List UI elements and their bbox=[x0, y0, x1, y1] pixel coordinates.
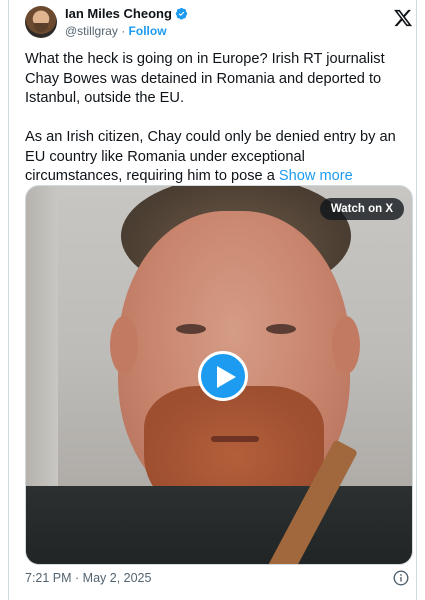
video-person-mouth bbox=[211, 436, 259, 442]
play-icon bbox=[217, 366, 236, 388]
verified-badge-icon bbox=[175, 7, 188, 20]
timestamp[interactable]: 7:21 PM · May 2, 2025 bbox=[25, 571, 151, 585]
watch-on-x-button[interactable]: Watch on X bbox=[319, 198, 404, 220]
video-person-ear-right bbox=[332, 316, 360, 374]
video-person-eye-right bbox=[266, 324, 296, 334]
video-media[interactable]: Watch on X bbox=[25, 185, 413, 565]
video-person-shirt bbox=[26, 486, 412, 564]
tweet-paragraph-2: As an Irish citizen, Chay could only be … bbox=[25, 128, 403, 187]
avatar-beard bbox=[34, 23, 48, 32]
author-name-row: Ian Miles Cheong bbox=[65, 6, 188, 21]
video-person-ear-left bbox=[110, 316, 138, 374]
tweet-footer: 7:21 PM · May 2, 2025 bbox=[25, 570, 413, 588]
show-more-link[interactable]: Show more bbox=[279, 168, 353, 184]
video-person-eye-left bbox=[176, 324, 206, 334]
avatar[interactable] bbox=[25, 6, 57, 38]
follow-button[interactable]: Follow bbox=[129, 24, 167, 38]
info-icon[interactable] bbox=[393, 570, 409, 586]
tweet-card: Ian Miles Cheong @stillgray · Follow Wha… bbox=[8, 0, 417, 600]
author-handle[interactable]: @stillgray bbox=[65, 24, 118, 38]
separator-dot: · bbox=[121, 24, 126, 38]
play-button[interactable] bbox=[198, 351, 248, 401]
author-handle-row: @stillgray · Follow bbox=[65, 24, 167, 38]
author-name[interactable]: Ian Miles Cheong bbox=[65, 6, 172, 21]
tweet-paragraph-1: What the heck is going on in Europe? Iri… bbox=[25, 51, 385, 106]
tweet-text: What the heck is going on in Europe? Iri… bbox=[25, 50, 403, 187]
x-logo-icon[interactable] bbox=[393, 8, 413, 28]
tweet-header: Ian Miles Cheong @stillgray · Follow bbox=[25, 3, 415, 43]
